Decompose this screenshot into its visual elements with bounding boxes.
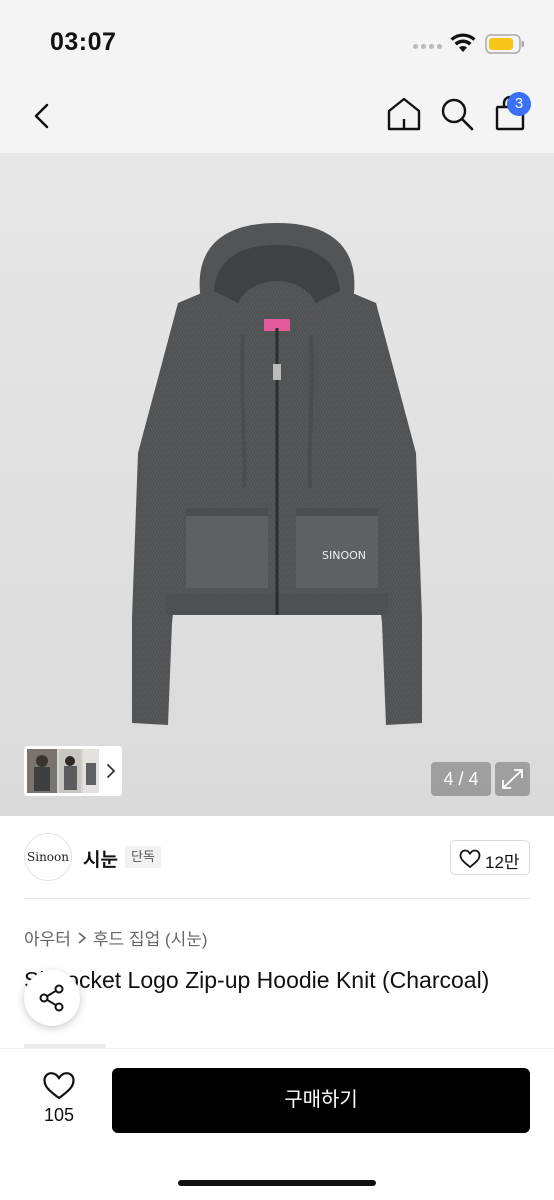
hoodie-product-image: SINOON: [132, 223, 422, 725]
page-counter: 4 / 4: [431, 762, 491, 796]
pocket-logo: SINOON: [322, 549, 366, 562]
share-icon: [39, 984, 64, 1012]
share-button[interactable]: [24, 970, 80, 1026]
status-time: 03:07: [50, 28, 117, 56]
product-image-gallery[interactable]: SINOON 4 / 4: [0, 153, 554, 816]
home-icon[interactable]: [384, 94, 424, 134]
brand-like-button[interactable]: 12만: [450, 840, 530, 875]
thumbnail-images: [27, 749, 99, 793]
brand-row: Sinoon 시눈 단독 12만: [0, 816, 554, 900]
breadcrumb-category[interactable]: 아우터: [24, 925, 71, 950]
cart-count-badge: 3: [507, 92, 531, 116]
brand-name[interactable]: 시눈: [83, 845, 118, 872]
chevron-right-icon: [78, 931, 87, 944]
product-title: Si Pocket Logo Zip-up Hoodie Knit (Charc…: [24, 967, 490, 993]
bottom-action-bar: 105 구매하기: [0, 1048, 554, 1200]
search-icon[interactable]: [438, 94, 476, 134]
expand-button[interactable]: [495, 762, 530, 796]
navigation-bar: 3: [0, 80, 554, 153]
chevron-left-icon[interactable]: [26, 97, 58, 135]
exclusive-badge: 단독: [125, 846, 161, 868]
signal-icon: [413, 44, 442, 49]
battery-icon: [485, 34, 524, 54]
breadcrumb: 아우터 후드 집업 (시눈): [24, 925, 208, 950]
breadcrumb-subcategory[interactable]: 후드 집업 (시눈): [93, 925, 208, 950]
heart-outline-icon[interactable]: [42, 1071, 76, 1101]
brand-like-count: 12만: [485, 853, 520, 872]
buy-button[interactable]: 구매하기: [112, 1068, 530, 1133]
wishlist-count: 105: [43, 1105, 75, 1125]
status-bar: 03:07: [0, 0, 554, 80]
brand-logo[interactable]: Sinoon: [24, 833, 72, 881]
wifi-icon: [450, 33, 476, 52]
heart-outline-icon: [459, 849, 481, 869]
divider: [24, 898, 530, 899]
thumbnail-strip[interactable]: [24, 746, 122, 796]
expand-icon: [502, 769, 523, 789]
home-indicator: [178, 1180, 376, 1186]
chevron-right-icon[interactable]: [104, 761, 118, 781]
